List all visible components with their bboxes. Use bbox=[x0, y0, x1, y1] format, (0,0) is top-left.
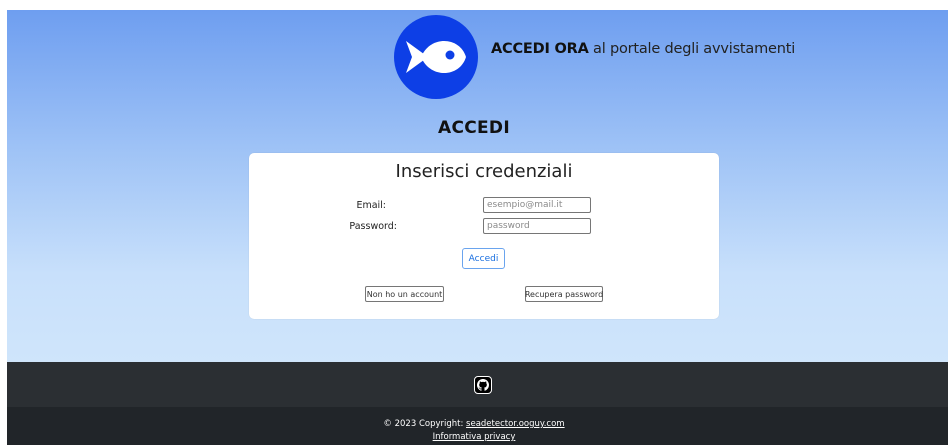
header-tagline: ACCEDI ORA al portale degli avvistamenti bbox=[491, 41, 795, 57]
privacy-row: Informativa privacy bbox=[0, 432, 948, 442]
password-label: Password: bbox=[349, 221, 397, 232]
email-input[interactable] bbox=[483, 197, 591, 213]
card-title: Inserisci credenziali bbox=[395, 161, 573, 182]
login-button[interactable]: Accedi bbox=[462, 248, 505, 269]
fish-logo-icon bbox=[394, 15, 478, 99]
copyright: © 2023 Copyright: seadetector.ooguy.com bbox=[0, 419, 948, 429]
github-icon[interactable] bbox=[474, 376, 492, 394]
no-account-button[interactable]: Non ho un account bbox=[365, 286, 444, 302]
tagline-bold: ACCEDI ORA bbox=[491, 41, 589, 57]
site-link[interactable]: seadetector.ooguy.com bbox=[466, 419, 565, 429]
copyright-prefix: © 2023 Copyright: bbox=[383, 419, 467, 429]
tagline-rest: al portale degli avvistamenti bbox=[588, 41, 796, 57]
login-card: Inserisci credenziali bbox=[249, 153, 719, 319]
email-label: Email: bbox=[356, 200, 386, 211]
password-input[interactable] bbox=[483, 218, 591, 234]
login-heading: ACCEDI bbox=[438, 118, 510, 138]
privacy-link[interactable]: Informativa privacy bbox=[433, 432, 516, 442]
recover-password-button[interactable]: Recupera password bbox=[525, 286, 603, 302]
